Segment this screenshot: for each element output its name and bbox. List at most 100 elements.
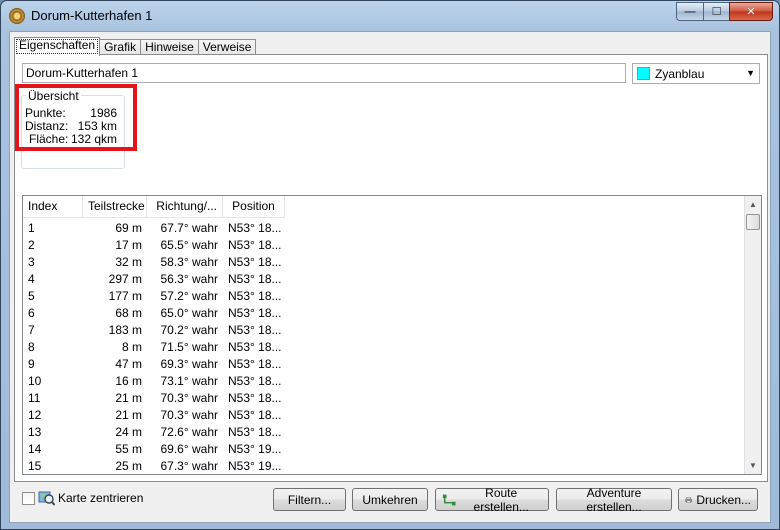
color-dropdown[interactable]: Zyanblau ▼	[632, 63, 760, 84]
cell-bearing: 58.3° wahr	[160, 255, 219, 269]
cell-segment: 47 m	[115, 357, 142, 371]
cell-index: 11	[28, 391, 41, 405]
column-header-position[interactable]: Position	[223, 196, 285, 218]
footer-bar: Karte zentrieren Filtern... Umkehren Rou…	[10, 484, 770, 524]
cell-bearing: 67.7° wahr	[160, 221, 219, 235]
table-row[interactable]: 1 69 m 67.7° wahr N53° 18...	[23, 220, 285, 237]
column-header-bearing[interactable]: Richtung/...	[147, 196, 223, 218]
overview-label: Fläche:	[29, 132, 69, 146]
print-button[interactable]: Drucken...	[678, 488, 758, 511]
print-label: Drucken...	[696, 492, 751, 507]
table-row[interactable]: 6 68 m 65.0° wahr N53° 18...	[23, 305, 285, 322]
cell-position: N53° 18...	[228, 255, 282, 269]
cell-bearing: 71.5° wahr	[160, 340, 219, 354]
table-row[interactable]: 15 25 m 67.3° wahr N53° 19...	[23, 458, 285, 474]
caption-buttons: — ☐ ✕	[676, 2, 773, 21]
cell-bearing: 65.0° wahr	[160, 306, 219, 320]
cell-segment: 177 m	[108, 289, 142, 303]
table-row[interactable]: 2 17 m 65.5° wahr N53° 18...	[23, 237, 285, 254]
cell-segment: 17 m	[115, 238, 142, 252]
table-row[interactable]: 7 183 m 70.2° wahr N53° 18...	[23, 322, 285, 339]
create-route-button[interactable]: Route erstellen...	[435, 485, 549, 514]
cell-bearing: 73.1° wahr	[160, 374, 219, 388]
overview-value: 132 qkm	[70, 132, 117, 146]
scroll-thumb[interactable]	[746, 214, 760, 230]
cell-position: N53° 18...	[228, 374, 282, 388]
waypoint-table[interactable]: Index Teilstrecke Richtung/... Position …	[22, 195, 762, 475]
table-row[interactable]: 3 32 m 58.3° wahr N53° 18...	[23, 254, 285, 271]
cell-index: 1	[28, 221, 35, 235]
cell-index: 13	[28, 425, 42, 439]
printer-icon	[685, 496, 693, 503]
cell-bearing: 70.2° wahr	[160, 323, 219, 337]
cell-segment: 21 m	[115, 391, 142, 405]
cell-index: 6	[28, 306, 35, 320]
table-row[interactable]: 14 55 m 69.6° wahr N53° 19...	[23, 441, 285, 458]
table-row[interactable]: 5 177 m 57.2° wahr N53° 18...	[23, 288, 285, 305]
cell-segment: 21 m	[115, 408, 142, 422]
cell-bearing: 65.5° wahr	[160, 238, 219, 252]
cell-index: 3	[28, 255, 35, 269]
title-bar[interactable]: Dorum-Kutterhafen 1 — ☐ ✕	[1, 1, 779, 31]
cell-index: 14	[28, 442, 42, 456]
close-button[interactable]: ✕	[729, 2, 773, 21]
maximize-button[interactable]: ☐	[703, 2, 729, 21]
app-icon	[9, 8, 25, 24]
center-map-checkbox[interactable]	[22, 491, 35, 505]
table-header: Index Teilstrecke Richtung/... Position	[23, 196, 285, 218]
table-row[interactable]: 8 8 m 71.5° wahr N53° 18...	[23, 339, 285, 356]
window-title: Dorum-Kutterhafen 1	[31, 8, 153, 23]
table-row[interactable]: 10 16 m 73.1° wahr N53° 18...	[23, 373, 285, 390]
cell-position: N53° 18...	[228, 357, 282, 371]
cell-index: 10	[28, 374, 42, 388]
cell-segment: 183 m	[108, 323, 142, 337]
tab-eigenschaften[interactable]: Eigenschaften	[14, 37, 101, 56]
cell-index: 9	[28, 357, 35, 371]
center-map-option[interactable]: Karte zentrieren	[22, 490, 143, 506]
cell-position: N53° 18...	[228, 221, 282, 235]
create-adventure-button[interactable]: Adventure erstellen...	[556, 486, 672, 514]
properties-panel: Zyanblau ▼ Übersicht Punkte: 1986 Distan…	[14, 54, 768, 482]
scroll-up-icon[interactable]: ▲	[745, 196, 761, 213]
table-row[interactable]: 13 24 m 72.6° wahr N53° 18...	[23, 424, 285, 441]
column-header-segment[interactable]: Teilstrecke	[83, 196, 147, 218]
cell-bearing: 72.6° wahr	[160, 425, 219, 439]
cell-index: 4	[28, 272, 35, 286]
cell-segment: 25 m	[115, 459, 142, 473]
filter-button[interactable]: Filtern...	[273, 488, 346, 511]
color-dropdown-value: Zyanblau	[655, 67, 705, 81]
cell-bearing: 69.3° wahr	[160, 357, 219, 371]
cell-position: N53° 18...	[228, 272, 282, 286]
cell-position: N53° 19...	[228, 442, 282, 456]
cell-index: 8	[28, 340, 35, 354]
cell-segment: 16 m	[115, 374, 142, 388]
name-input[interactable]	[22, 63, 626, 83]
cell-bearing: 70.3° wahr	[160, 391, 219, 405]
client-area: Eigenschaften Grafik Hinweise Verweise Z…	[9, 31, 771, 523]
cell-segment: 55 m	[115, 442, 142, 456]
vertical-scrollbar[interactable]: ▲ ▼	[744, 196, 761, 474]
cell-position: N53° 18...	[228, 425, 282, 439]
reverse-button[interactable]: Umkehren	[352, 488, 428, 511]
column-header-index[interactable]: Index	[23, 196, 83, 218]
cell-segment: 68 m	[115, 306, 142, 320]
table-row[interactable]: 4 297 m 56.3° wahr N53° 18...	[23, 271, 285, 288]
cell-position: N53° 18...	[228, 238, 282, 252]
cell-bearing: 67.3° wahr	[160, 459, 219, 473]
cell-bearing: 70.3° wahr	[160, 408, 219, 422]
cell-index: 15	[28, 459, 42, 473]
tab-strip: Eigenschaften Grafik Hinweise Verweise	[14, 37, 257, 56]
table-row[interactable]: 9 47 m 69.3° wahr N53° 18...	[23, 356, 285, 373]
scroll-down-icon[interactable]: ▼	[745, 457, 761, 474]
table-row[interactable]: 11 21 m 70.3° wahr N53° 18...	[23, 390, 285, 407]
table-row[interactable]: 12 21 m 70.3° wahr N53° 18...	[23, 407, 285, 424]
cell-segment: 32 m	[115, 255, 142, 269]
properties-window: Dorum-Kutterhafen 1 — ☐ ✕ Eigenschaften …	[0, 0, 780, 530]
cell-segment: 24 m	[115, 425, 142, 439]
map-magnifier-icon	[38, 491, 55, 506]
cell-position: N53° 18...	[228, 323, 282, 337]
cell-bearing: 56.3° wahr	[160, 272, 219, 286]
cell-position: N53° 18...	[228, 408, 282, 422]
minimize-button[interactable]: —	[676, 2, 703, 21]
create-route-label: Route erstellen...	[473, 485, 529, 514]
